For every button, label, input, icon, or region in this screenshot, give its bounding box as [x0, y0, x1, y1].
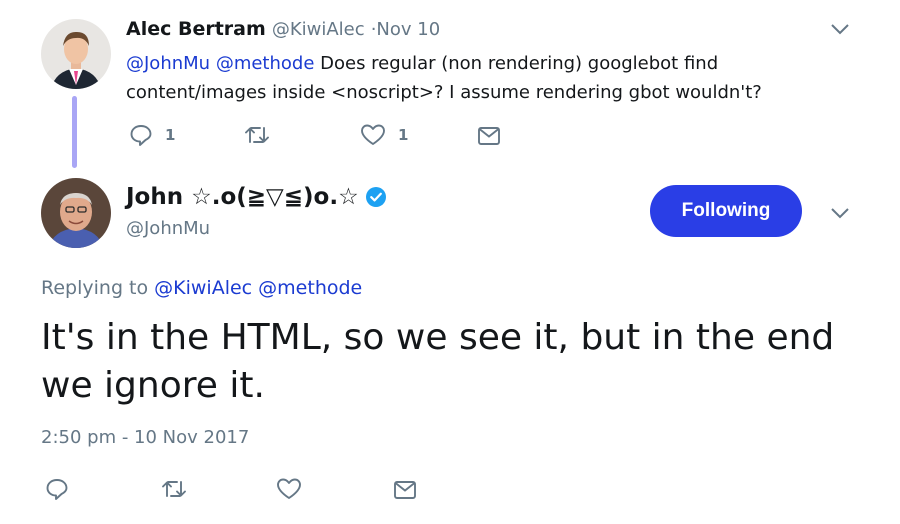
avatar-john[interactable]: [41, 178, 111, 248]
direct-message-button[interactable]: [477, 125, 501, 147]
direct-message-icon: [477, 125, 501, 147]
mention-link[interactable]: @methode: [216, 53, 315, 74]
like-count: 1: [398, 126, 409, 144]
reply-tweet-text: @JohnMu @methode Does regular (non rende…: [126, 49, 826, 107]
like-icon: [276, 477, 302, 501]
tweet-timestamp[interactable]: 2:50 pm - 10 Nov 2017: [41, 427, 249, 448]
author-name[interactable]: John ☆.o(≧▽≦)o.☆: [126, 184, 359, 210]
reply-icon: [45, 477, 69, 501]
main-tweet-text: It's in the HTML, so we see it, but in t…: [41, 317, 835, 406]
replying-to: Replying to @KiwiAlec @methode: [41, 277, 362, 299]
reply-button[interactable]: 1: [129, 123, 175, 147]
author-handle[interactable]: @JohnMu: [126, 218, 210, 239]
main-tweet-author: John ☆.o(≧▽≦)o.☆: [126, 184, 387, 210]
retweet-icon: [243, 123, 271, 147]
mention-link[interactable]: @JohnMu: [126, 53, 210, 74]
reply-icon: [129, 123, 153, 147]
verified-badge-icon: [365, 186, 387, 208]
direct-message-button[interactable]: [393, 479, 417, 501]
retweet-button[interactable]: [160, 477, 188, 501]
author-handle[interactable]: @KiwiAlec: [272, 19, 365, 40]
mention-link[interactable]: @KiwiAlec: [154, 277, 252, 299]
mention-link[interactable]: @methode: [258, 277, 362, 299]
like-button[interactable]: [276, 477, 302, 501]
reply-tweet-header: Alec Bertram @KiwiAlec ·Nov 10: [126, 18, 440, 40]
tweet-date[interactable]: ·Nov 10: [371, 19, 440, 40]
retweet-icon: [160, 477, 188, 501]
retweet-button[interactable]: [243, 123, 271, 147]
reply-button[interactable]: [45, 477, 69, 501]
avatar-alec[interactable]: [41, 19, 111, 89]
reply-count: 1: [165, 126, 176, 144]
like-button[interactable]: 1: [360, 123, 408, 147]
following-button[interactable]: Following: [650, 185, 802, 237]
chevron-down-icon[interactable]: [830, 22, 850, 36]
direct-message-icon: [393, 479, 417, 501]
like-icon: [360, 123, 386, 147]
thread-line: [72, 96, 77, 168]
chevron-down-icon[interactable]: [830, 206, 850, 220]
author-name[interactable]: Alec Bertram: [126, 18, 266, 40]
replying-prefix: Replying to: [41, 277, 155, 299]
